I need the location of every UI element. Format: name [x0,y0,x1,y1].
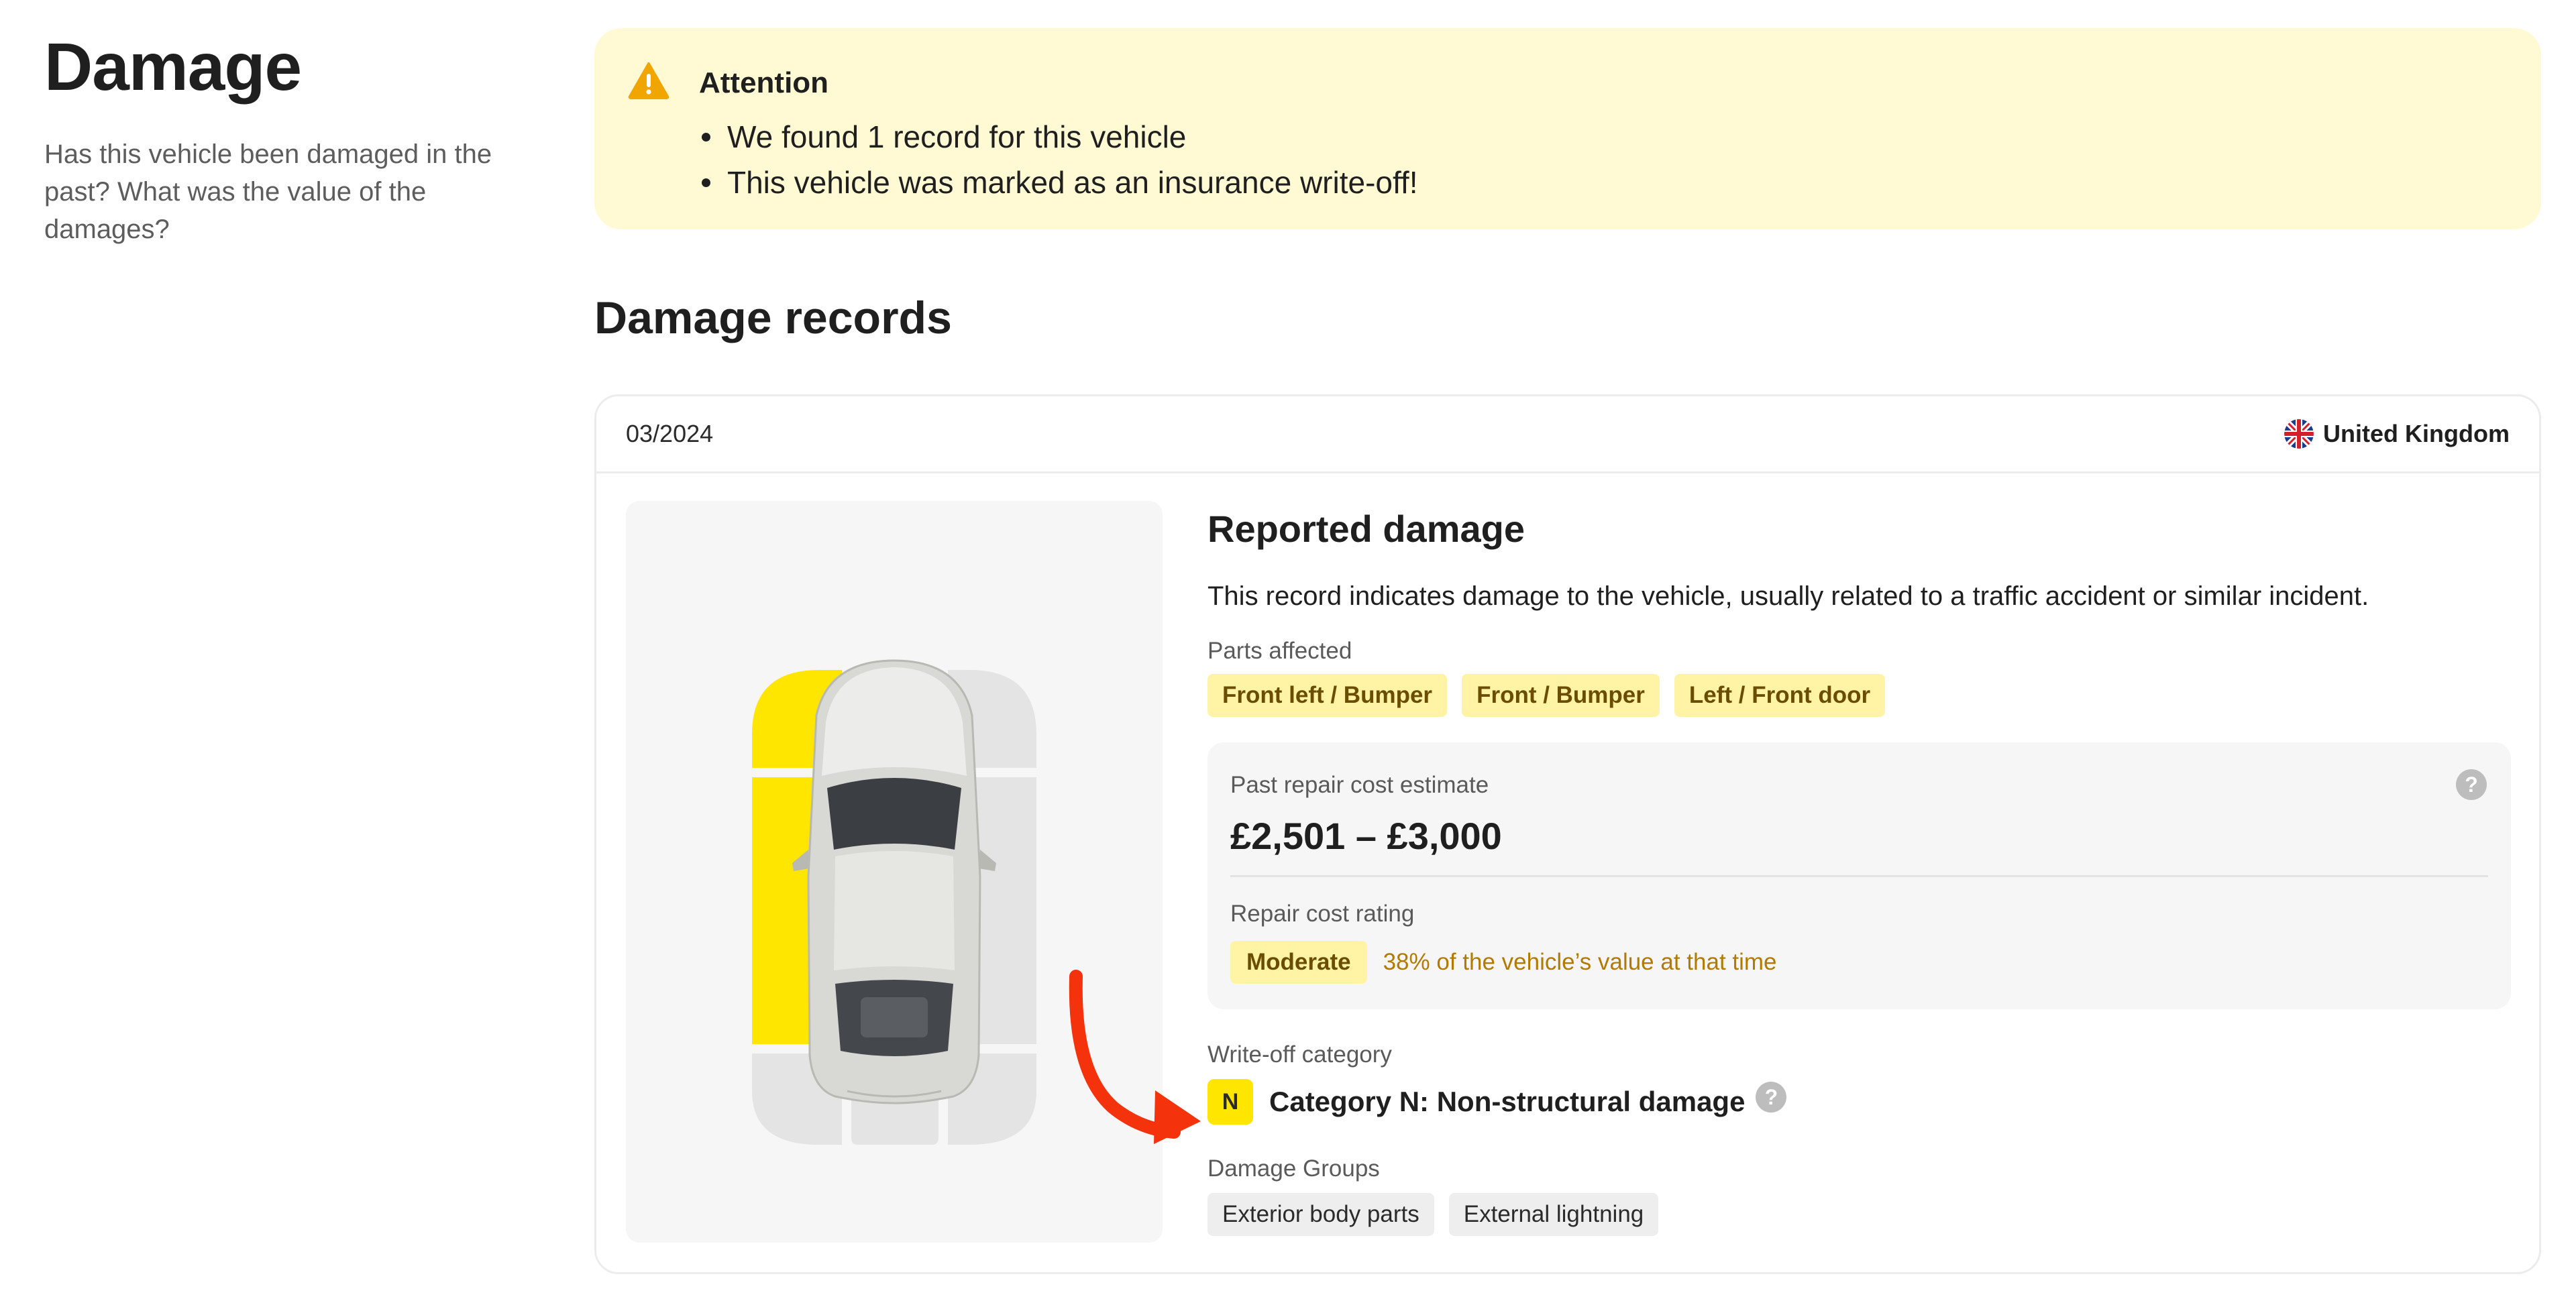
alert-item: This vehicle was marked as an insurance … [699,160,1417,205]
page-description: Has this vehicle been damaged in the pas… [44,139,492,244]
help-icon[interactable]: ? [1756,1082,1787,1113]
help-icon[interactable]: ? [2456,769,2487,800]
damage-records-title: Damage records [594,292,952,343]
record-header: 03/2024 United Kingdom [596,396,2539,473]
damage-groups-list: Exterior body parts External lightning [1208,1193,2511,1236]
uk-flag-icon [2284,419,2314,449]
parts-affected-list: Front left / Bumper Front / Bumper Left … [1208,674,2511,717]
repair-cost-label: Past repair cost estimate [1230,772,1489,798]
divider [1230,875,2488,877]
damage-group-chip: Exterior body parts [1208,1193,1434,1236]
repair-rating-note: 38% of the vehicle’s value at that time [1383,949,1777,975]
repair-rating-label: Repair cost rating [1230,901,1415,927]
record-country: United Kingdom [2284,418,2510,450]
alert-item: We found 1 record for this vehicle [699,114,1417,160]
damage-groups-label: Damage Groups [1208,1155,1380,1182]
part-chip: Front / Bumper [1462,674,1660,717]
record-details: Reported damage This record indicates da… [1208,501,2511,1236]
writeoff-category-label: Write-off category [1208,1041,1392,1068]
record-country-label: United Kingdom [2323,420,2510,447]
attention-alert: Attention We found 1 record for this veh… [594,28,2541,229]
car-top-view [792,659,996,1104]
damage-record-card: 03/2024 United Kingdom Reported damage T… [594,394,2541,1274]
warning-icon [628,62,669,99]
alert-list: We found 1 record for this vehicle This … [699,114,1417,205]
intro-section: Damage Has this vehicle been damaged in … [44,28,527,248]
damage-group-chip: External lightning [1448,1193,1659,1236]
reported-damage-description: This record indicates damage to the vehi… [1208,581,2369,611]
writeoff-category-text: Category N: Non-structural damage [1269,1086,1746,1117]
part-chip: Left / Front door [1674,674,1886,717]
page-title: Damage [44,30,302,105]
repair-cost-value: £2,501 – £3,000 [1230,815,1502,857]
repair-cost-box: Past repair cost estimate ? £2,501 – £3,… [1208,742,2511,1009]
part-chip: Front left / Bumper [1208,674,1448,717]
reported-damage-title: Reported damage [1208,508,1525,550]
record-date: 03/2024 [626,420,714,447]
writeoff-category-badge: N [1208,1079,1253,1125]
repair-rating-badge: Moderate [1230,941,1367,984]
alert-title: Attention [699,66,829,99]
parts-affected-label: Parts affected [1208,638,1352,664]
red-arrow-annotation [1069,970,1201,1144]
repair-rating-row: Moderate 38% of the vehicle’s value at t… [1230,941,1777,984]
writeoff-category-row: N Category N: Non-structural damage ? [1208,1079,2511,1125]
